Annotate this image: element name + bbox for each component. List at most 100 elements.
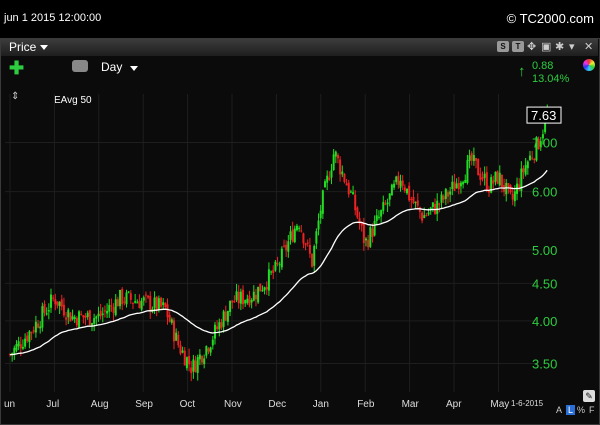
candle-body	[181, 350, 184, 353]
candle-body	[166, 304, 169, 318]
candle-body	[250, 300, 253, 303]
candle-body	[97, 313, 100, 317]
candle-body	[412, 196, 415, 204]
candle-body	[475, 158, 478, 161]
candle-body	[52, 297, 55, 299]
candle-body	[321, 190, 324, 214]
candle-body	[220, 322, 223, 329]
pencil-icon[interactable]: ✎	[583, 390, 595, 402]
candle-body	[188, 356, 191, 365]
candle-body	[231, 300, 234, 303]
candle-body	[405, 188, 408, 194]
candle-body	[183, 350, 186, 366]
candle-body	[136, 302, 139, 304]
candle-body	[160, 297, 163, 307]
log-scale-button[interactable]: L	[566, 405, 576, 415]
candle-body	[425, 214, 428, 216]
candle-body	[32, 330, 35, 332]
candle-body	[377, 216, 380, 218]
fit-button[interactable]: F	[589, 405, 595, 415]
x-tick-label: Sep	[135, 399, 153, 410]
candle-body	[535, 137, 538, 161]
x-tick-label: Feb	[357, 399, 375, 410]
candle-body	[209, 347, 212, 353]
candle-body	[47, 310, 50, 312]
candle-body	[507, 183, 510, 187]
candle-body	[140, 300, 143, 310]
candle-body	[274, 261, 277, 271]
candle-body	[472, 155, 475, 162]
candle-body	[194, 360, 197, 373]
candle-body	[259, 283, 262, 292]
candle-body	[485, 172, 488, 191]
candle-body	[134, 301, 137, 303]
candle-body	[15, 344, 18, 351]
candle-body	[334, 151, 337, 157]
candle-body	[131, 302, 134, 304]
candle-body	[356, 207, 359, 218]
candle-body	[49, 294, 52, 308]
candle-body	[524, 165, 527, 175]
candle-body	[224, 311, 227, 321]
candle-body	[302, 233, 305, 244]
candle-body	[254, 294, 257, 300]
candle-body	[390, 184, 393, 196]
candle-body	[498, 172, 501, 186]
ema-50-line	[10, 169, 548, 356]
candle-body	[272, 269, 275, 273]
candle-body	[300, 230, 303, 232]
x-tick-label: Oct	[180, 399, 196, 410]
candle-body	[276, 263, 279, 265]
candle-body	[190, 367, 193, 374]
percent-scale-button[interactable]: %	[577, 405, 585, 415]
candle-body	[119, 290, 122, 307]
candle-body	[293, 228, 296, 243]
candle-body	[397, 175, 400, 185]
candle-body	[37, 323, 40, 328]
candle-body	[125, 292, 128, 305]
candle-body	[477, 159, 480, 176]
candle-body	[459, 182, 462, 187]
candle-body	[13, 347, 16, 354]
candle-body	[531, 157, 534, 159]
candle-body	[19, 344, 22, 349]
candle-body	[123, 301, 126, 303]
candle-body	[444, 189, 447, 199]
candle-body	[511, 193, 514, 200]
candle-body	[39, 326, 42, 329]
candle-body	[155, 296, 158, 311]
candle-body	[216, 326, 219, 329]
candle-body	[213, 324, 216, 339]
candle-body	[311, 253, 314, 267]
candle-body	[414, 201, 417, 203]
candle-body	[470, 153, 473, 161]
candle-body	[492, 180, 495, 184]
candle-body	[248, 295, 251, 306]
candle-body	[373, 220, 376, 236]
candle-body	[308, 245, 311, 254]
candle-body	[67, 309, 70, 318]
x-tick-label: Dec	[268, 399, 286, 410]
candle-body	[201, 356, 204, 363]
y-tick-label: 4.00	[532, 314, 557, 329]
candle-body	[298, 227, 301, 229]
candle-body	[222, 311, 225, 327]
candle-body	[203, 358, 206, 365]
candle-body	[149, 296, 152, 312]
candle-body	[73, 317, 76, 320]
candle-body	[235, 291, 238, 301]
candle-body	[239, 291, 242, 304]
candle-body	[283, 245, 286, 247]
candle-body	[157, 298, 160, 310]
candle-body	[304, 243, 307, 246]
price-chart[interactable]: 7.006.005.004.504.003.50un Jul Aug Sep Oct No…	[0, 0, 600, 425]
candle-body	[339, 159, 342, 175]
candle-body	[246, 298, 249, 303]
candle-body	[362, 222, 365, 244]
candle-body	[110, 305, 113, 307]
candle-body	[170, 319, 173, 323]
candle-body	[438, 203, 441, 205]
date-tag: 1-6-2015	[511, 399, 544, 408]
auto-scale-button[interactable]: A	[556, 405, 562, 415]
candle-body	[431, 202, 434, 207]
